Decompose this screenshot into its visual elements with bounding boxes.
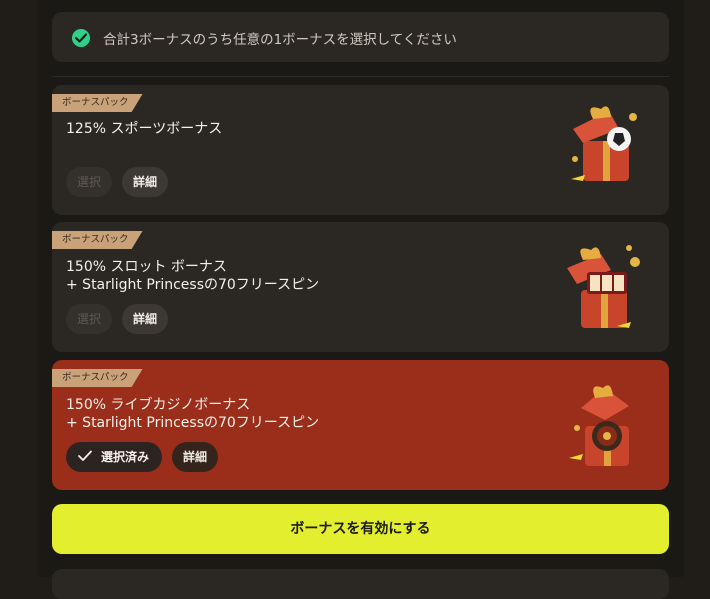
gift-box-football-icon (571, 106, 637, 181)
bonus-subtitle: + Starlight Princessの70フリースピン (66, 415, 320, 431)
details-button[interactable]: 詳細 (122, 167, 168, 197)
notice-text: 合計3ボーナスのうち任意の1ボーナスを選択してください (103, 32, 457, 48)
selection-notice: 合計3ボーナスのうち任意の1ボーナスを選択してください (52, 12, 669, 62)
bonus-card-sports[interactable]: ボーナスパック 125% スポーツボーナス 選択 詳細 (52, 85, 669, 215)
next-section-card (52, 569, 669, 599)
bonus-card-slots[interactable]: ボーナスパック 150% スロット ボーナス + Starlight Princ… (52, 222, 669, 352)
details-button[interactable]: 詳細 (122, 304, 168, 334)
divider (52, 76, 669, 77)
bonus-pack-tag: ボーナスパック (52, 369, 143, 387)
bonus-title: 125% スポーツボーナス (66, 121, 223, 137)
check-circle-icon (72, 29, 90, 47)
select-button[interactable]: 選択 (66, 304, 112, 334)
selected-button[interactable]: 選択済み (66, 442, 162, 472)
bonus-subtitle: + Starlight Princessの70フリースピン (66, 277, 320, 293)
activate-bonus-button[interactable]: ボーナスを有効にする (52, 504, 669, 554)
details-button[interactable]: 詳細 (172, 442, 218, 472)
select-button[interactable]: 選択 (66, 167, 112, 197)
bonus-title: 150% ライブカジノボーナス (66, 397, 251, 413)
gift-box-slot-icon (567, 245, 640, 328)
bonus-title: 150% スロット ボーナス (66, 259, 227, 275)
bonus-pack-tag: ボーナスパック (52, 94, 143, 112)
bonus-card-live-casino[interactable]: ボーナスパック 150% ライブカジノボーナス + Starlight Prin… (52, 360, 669, 490)
bonus-pack-tag: ボーナスパック (52, 231, 143, 249)
checkmark-icon (78, 450, 92, 461)
selected-label: 選択済み (100, 450, 149, 464)
gift-box-roulette-icon (569, 385, 629, 466)
